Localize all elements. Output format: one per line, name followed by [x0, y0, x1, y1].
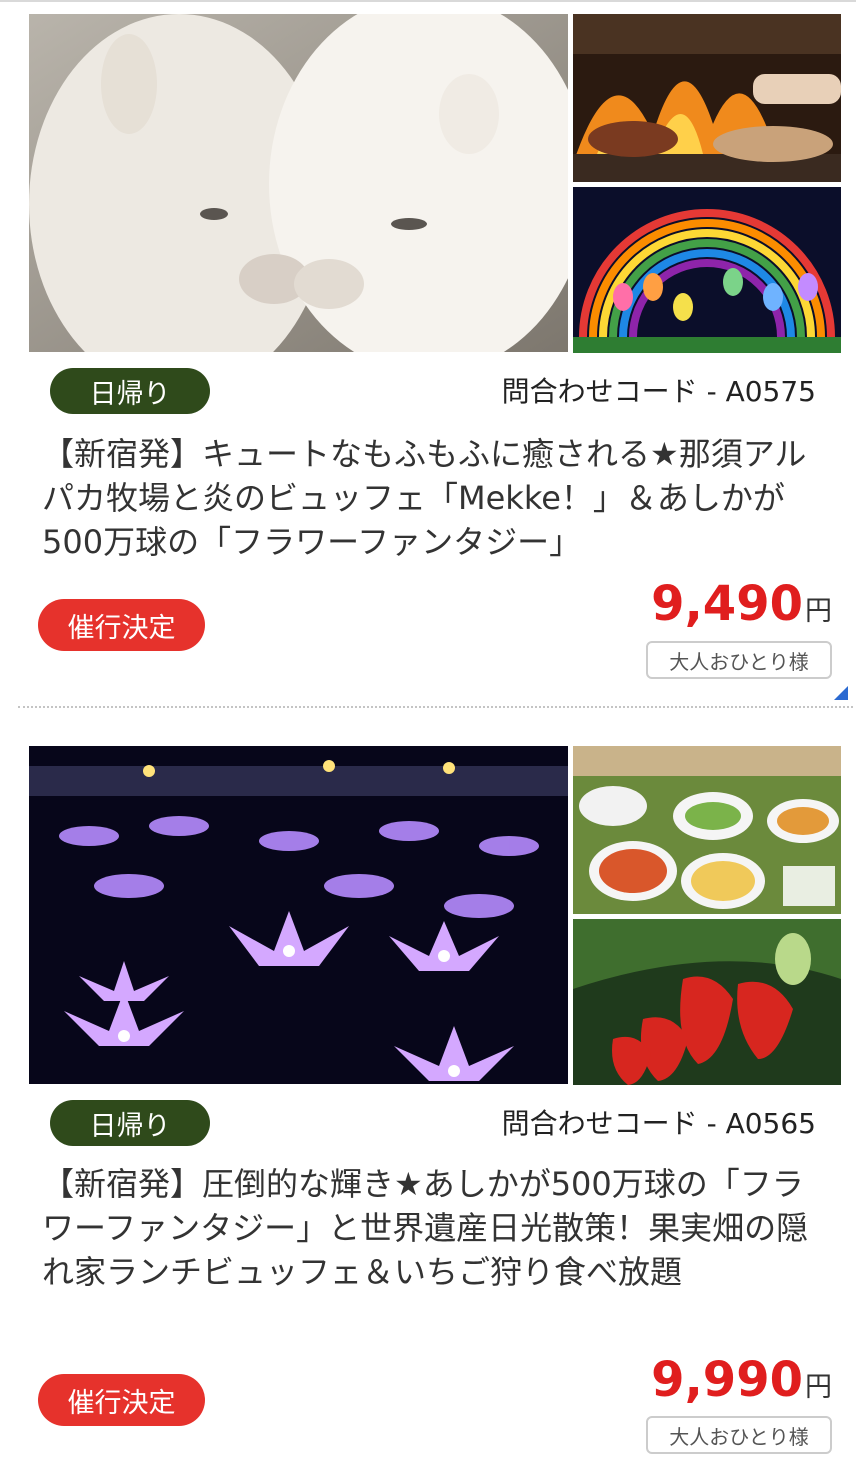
rainbow-illumination-photo[interactable]	[573, 187, 841, 353]
card-divider	[18, 706, 853, 708]
price-value: 9,990	[651, 1352, 803, 1408]
corner-marker	[834, 686, 848, 700]
day-trip-badge: 日帰り	[50, 368, 210, 414]
buffet-food-photo[interactable]	[573, 746, 841, 914]
price: 9,490円	[651, 576, 832, 632]
per-person-label: 大人おひとり様	[646, 1416, 832, 1454]
tour-card-2[interactable]: 日帰り 問合わせコード - A0565 【新宿発】圧倒的な輝き★あしかが500万…	[0, 730, 856, 1471]
inquiry-code: 問合わせコード - A0565	[501, 1107, 816, 1140]
per-person-label: 大人おひとり様	[646, 641, 832, 679]
tour-card-1[interactable]: 日帰り 問合わせコード - A0575 【新宿発】キュートなもふもふに癒される★…	[0, 0, 856, 708]
price-currency: 円	[805, 1372, 832, 1403]
strawberry-photo[interactable]	[573, 919, 841, 1085]
inquiry-code: 問合わせコード - A0575	[501, 375, 816, 408]
tour-title[interactable]: 【新宿発】キュートなもふもふに癒される★那須アルパカ牧場と炎のビュッフェ「Mek…	[42, 432, 822, 564]
flower-illumination-photo[interactable]	[29, 746, 568, 1084]
tour-title[interactable]: 【新宿発】圧倒的な輝き★あしかが500万球の「フラワーファンタジー」と世界遺産日…	[42, 1162, 822, 1294]
grill-fire-photo[interactable]	[573, 14, 841, 182]
price-currency: 円	[805, 596, 832, 627]
price: 9,990円	[651, 1352, 832, 1408]
departure-confirmed-badge: 催行決定	[38, 1374, 205, 1426]
departure-confirmed-badge: 催行決定	[38, 599, 205, 651]
day-trip-badge: 日帰り	[50, 1100, 210, 1146]
alpaca-photo[interactable]	[29, 14, 568, 352]
price-value: 9,490	[651, 576, 803, 632]
